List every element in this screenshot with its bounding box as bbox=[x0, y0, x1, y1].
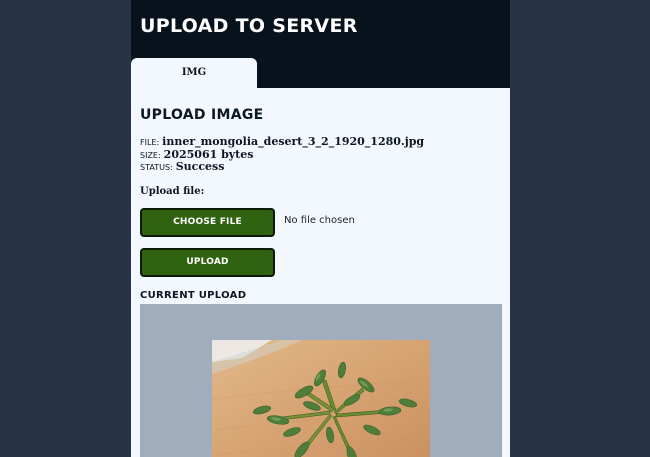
status-key: STATUS: bbox=[140, 163, 173, 172]
status-value: Success bbox=[175, 160, 225, 173]
upload-panel: UPLOAD TO SERVER IMG UPLOAD IMAGE FILE: i… bbox=[131, 0, 510, 457]
uploaded-image bbox=[212, 340, 430, 457]
file-info-row: FILE: inner_mongolia_desert_3_2_1920_1280… bbox=[140, 135, 424, 148]
upload-file-label: Upload file: bbox=[140, 186, 205, 197]
current-upload-title: CURRENT UPLOAD bbox=[140, 290, 247, 301]
choose-file-button[interactable]: CHOOSE FILE bbox=[140, 208, 275, 237]
tab-img[interactable]: IMG bbox=[131, 58, 257, 90]
upload-button[interactable]: UPLOAD bbox=[140, 248, 275, 277]
file-key: FILE: bbox=[140, 138, 160, 147]
plant-on-sand-photo bbox=[212, 340, 430, 457]
status-info-row: STATUS: Success bbox=[140, 160, 224, 173]
current-upload-preview bbox=[140, 304, 502, 457]
app-title: UPLOAD TO SERVER bbox=[140, 15, 358, 37]
size-key: SIZE: bbox=[140, 151, 161, 160]
file-name-value: inner_mongolia_desert_3_2_1920_1280.jpg bbox=[162, 135, 425, 148]
app-header: UPLOAD TO SERVER IMG bbox=[131, 0, 510, 90]
section-title: UPLOAD IMAGE bbox=[140, 107, 264, 123]
no-file-chosen-text: No file chosen bbox=[284, 215, 355, 226]
